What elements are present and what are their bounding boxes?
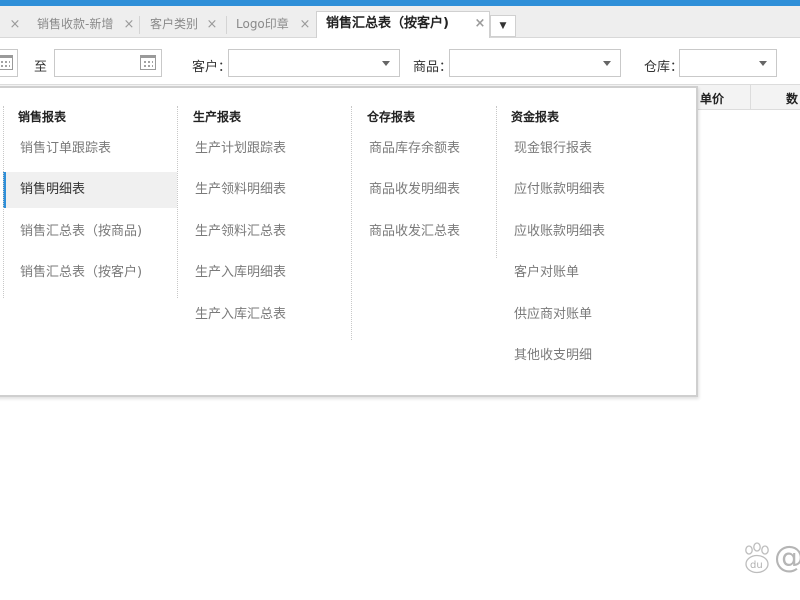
tab-logo-seal[interactable]: Logo印章 (236, 12, 289, 38)
paw-logo-icon: du (745, 542, 769, 574)
tab-close-icon[interactable]: × (122, 12, 136, 38)
production-reports-title: 生产报表 (193, 110, 242, 124)
chevron-down-icon[interactable] (759, 61, 767, 66)
calendar-icon[interactable] (0, 55, 13, 70)
menu-item-production-receipt-summary[interactable]: 生产入库汇总表 (195, 297, 286, 333)
start-date-field[interactable] (0, 49, 18, 77)
warehouse-select[interactable] (679, 49, 777, 77)
menu-item-supplier-statement[interactable]: 供应商对账单 (514, 297, 592, 333)
funds-reports-title: 资金报表 (511, 110, 560, 124)
column-divider (177, 106, 178, 298)
customer-label: 客户： (192, 60, 232, 75)
tab-close-icon[interactable]: × (205, 12, 219, 38)
menu-item-production-receipt-detail[interactable]: 生产入库明细表 (195, 255, 286, 291)
menu-item-cash-bank-report[interactable]: 现金银行报表 (514, 131, 592, 167)
tab-customer-category[interactable]: 客户类别 (150, 12, 198, 38)
baidu-watermark: du @ (738, 540, 800, 576)
tab-close-icon[interactable]: × (298, 12, 312, 38)
tab-label: 客户类别 (150, 17, 199, 31)
menu-item-production-plan-tracking[interactable]: 生产计划跟踪表 (195, 131, 286, 167)
filter-bar: 至 客户： 商品： 仓库： (0, 38, 800, 88)
column-divider (496, 106, 497, 258)
tab-label: Logo印章 (236, 17, 289, 31)
close-icon[interactable]: × (473, 12, 487, 36)
menu-item-stock-balance[interactable]: 商品库存余额表 (369, 131, 460, 167)
tab-label: 销售收款-新增 (37, 17, 114, 31)
menu-item-sales-order-tracking[interactable]: 销售订单跟踪表 (5, 131, 177, 167)
tab-separator (226, 16, 227, 34)
chevron-down-icon[interactable] (382, 61, 390, 66)
menu-item-sales-summary-by-customer[interactable]: 销售汇总表（按客户) (5, 255, 177, 291)
menu-item-stock-movement-summary[interactable]: 商品收发汇总表 (369, 214, 460, 250)
customer-select[interactable] (228, 49, 400, 77)
warehouse-label: 仓库： (644, 60, 684, 75)
menu-item-sales-detail[interactable]: 销售明细表 (3, 172, 177, 208)
watermark-text: du (750, 560, 763, 571)
inventory-reports-title: 仓存报表 (367, 110, 416, 124)
tab-label: 销售汇总表（按客户) (326, 16, 449, 31)
column-divider (351, 106, 352, 340)
date-to-label: 至 (34, 60, 48, 75)
menu-item-material-issue-summary[interactable]: 生产领料汇总表 (195, 214, 286, 250)
watermark-at-symbol: @ (774, 540, 800, 575)
chevron-down-icon[interactable] (603, 61, 611, 66)
column-header-quantity[interactable]: 数 (786, 90, 798, 107)
tab-bar: × 销售收款-新增 × 客户类别 × Logo印章 × 销售汇总表（按客户) ×… (0, 6, 800, 39)
end-date-field[interactable] (54, 49, 162, 77)
menu-item-accounts-payable-detail[interactable]: 应付账款明细表 (514, 172, 605, 208)
sales-reports-title: 销售报表 (18, 110, 67, 124)
menu-item-stock-movement-detail[interactable]: 商品收发明细表 (369, 172, 460, 208)
menu-item-accounts-receivable-detail[interactable]: 应收账款明细表 (514, 214, 605, 250)
tab-separator (139, 16, 140, 34)
tab-sales-receipt-new[interactable]: 销售收款-新增 (37, 12, 113, 38)
column-separator (750, 85, 751, 109)
reports-mega-menu: 销售报表 销售订单跟踪表 销售明细表 销售汇总表（按商品) 销售汇总表（按客户)… (0, 86, 698, 397)
menu-item-customer-statement[interactable]: 客户对账单 (514, 255, 579, 291)
column-divider (3, 106, 4, 298)
calendar-icon[interactable] (140, 55, 156, 70)
product-select[interactable] (449, 49, 621, 77)
tab-close-icon[interactable]: × (8, 12, 22, 38)
column-header-unit-price[interactable]: 单价 (700, 90, 724, 107)
menu-item-material-issue-detail[interactable]: 生产领料明细表 (195, 172, 286, 208)
tab-list-dropdown-button[interactable]: ▼ (490, 15, 516, 37)
product-label: 商品： (413, 60, 453, 75)
tab-sales-summary-by-customer[interactable]: 销售汇总表（按客户) × (316, 11, 490, 39)
menu-item-sales-summary-by-product[interactable]: 销售汇总表（按商品) (5, 214, 177, 250)
menu-item-other-income-expense-detail[interactable]: 其他收支明细 (514, 338, 592, 374)
